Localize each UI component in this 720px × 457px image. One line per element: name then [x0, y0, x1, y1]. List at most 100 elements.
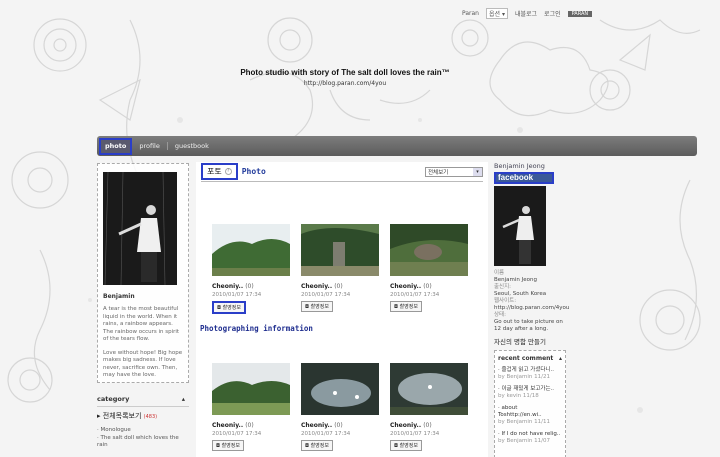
nav-photo[interactable]: photo: [99, 137, 133, 155]
comment-by: by Benjamin 11/07: [498, 438, 551, 444]
comment-count: (0): [334, 422, 343, 429]
comment-by: by Benjamin 11/21: [498, 374, 551, 380]
my-blog-link[interactable]: 내블로그: [515, 9, 537, 18]
photo-thumbnail[interactable]: [390, 363, 468, 415]
photo-name[interactable]: Cheoniy..: [301, 283, 332, 290]
photo-name[interactable]: Cheoniy..: [212, 283, 243, 290]
comment-item[interactable]: · If I do not have relig.. by Benjamin 11…: [498, 431, 562, 445]
category-item-monologue[interactable]: · Monologue: [97, 427, 189, 434]
profile-desc-1: A tear is the most beautiful liquid in t…: [103, 306, 180, 342]
korean-title: 포토: [207, 167, 222, 176]
recent-comment-title: recent comment: [498, 355, 554, 362]
photographing-info-caption: Photographing information: [200, 324, 313, 333]
photo-name[interactable]: Cheoniy..: [301, 422, 332, 429]
camera-icon: ◘: [394, 443, 398, 449]
create-badge-link[interactable]: 자신의 명함 만들기: [494, 336, 566, 346]
profile-desc-2: Love without hope! Big hope makes big sa…: [103, 349, 183, 379]
photo-name[interactable]: Cheoniy..: [390, 422, 421, 429]
photo-info-button[interactable]: ◘ 촬영정보: [301, 301, 333, 312]
option-dropdown[interactable]: 옵션 ▾: [485, 8, 508, 19]
comment-count: (0): [334, 283, 343, 290]
photo-thumbnail[interactable]: [390, 224, 468, 276]
blog-title[interactable]: Photo studio with story of The salt doll…: [0, 68, 690, 77]
top-links: Paran 옵션 ▾ 내블로그 로그인 PARAN: [462, 8, 593, 19]
help-icon[interactable]: ?: [224, 168, 232, 175]
camera-icon: ◘: [305, 304, 309, 310]
info-button-label: 촬영정보: [221, 443, 240, 449]
collapse-icon[interactable]: ▴: [559, 355, 562, 362]
profile-box: Benjamin A tear is the most beautiful li…: [97, 163, 189, 383]
category-all-count: (483): [143, 414, 158, 420]
main-nav: photo profile guestbook: [97, 136, 697, 156]
category-all[interactable]: ▸ 전체목록보기 (483): [97, 411, 189, 421]
name-label: 이름: [494, 270, 505, 276]
collapse-icon[interactable]: ▴: [182, 395, 185, 403]
photo-card[interactable]: Cheoniy.. (0) 2010/01/07 17:34 ◘ 촬영정보: [212, 363, 290, 451]
comment-text: · If I do not have relig..: [498, 431, 561, 437]
info-button-label: 촬영정보: [399, 443, 418, 449]
facebook-photo[interactable]: [494, 186, 546, 266]
camera-icon: ◘: [394, 304, 398, 310]
photo-name[interactable]: Cheoniy..: [212, 422, 243, 429]
login-link[interactable]: 로그인: [544, 9, 561, 18]
photo-header: 포토 ? Photo 전체보기 ▾: [201, 162, 483, 182]
comment-count: (0): [245, 283, 254, 290]
status-value: Go out to take picture on 12 day after a…: [494, 319, 563, 332]
photo-date: 2010/01/07 17:34: [390, 431, 440, 437]
photo-thumbnail[interactable]: [301, 224, 379, 276]
blog-header: Photo studio with story of The salt doll…: [0, 68, 690, 87]
photo-card[interactable]: Cheoniy.. (0) 2010/01/07 17:34 ◘ 촬영정보: [390, 363, 468, 451]
photo-date: 2010/01/07 17:34: [212, 431, 262, 437]
info-button-label: 촬영정보: [310, 304, 329, 310]
paran-link[interactable]: Paran: [462, 10, 479, 17]
photo-title: Photo: [241, 167, 266, 176]
photo-card[interactable]: Cheoniy.. (0) 2010/01/07 17:34 ◘ 촬영정보: [390, 224, 468, 312]
nav-profile[interactable]: profile: [132, 142, 168, 150]
option-label: 옵션: [488, 11, 501, 18]
photo-tab-box[interactable]: 포토 ?: [201, 163, 238, 180]
photo-thumbnail[interactable]: [301, 363, 379, 415]
category-header: category ▴: [97, 395, 189, 403]
location-value: Seoul, South Korea: [494, 291, 547, 297]
photo-card[interactable]: Cheoniy.. (0) 2010/01/07 17:34 ◘ 촬영정보: [212, 224, 290, 314]
view-select[interactable]: 전체보기 ▾: [425, 166, 483, 177]
photo-info-button[interactable]: ◘ 촬영정보: [212, 440, 244, 451]
category-divider: [97, 406, 189, 407]
category-all-label: 전체목록보기: [102, 412, 142, 420]
left-sidebar: Benjamin A tear is the most beautiful li…: [97, 163, 189, 457]
info-button-label: 촬영정보: [310, 443, 329, 449]
photo-card[interactable]: Cheoniy.. (0) 2010/01/07 17:34 ◘ 촬영정보: [301, 363, 379, 451]
folder-icon: ▸: [97, 412, 101, 420]
paran-logo[interactable]: PARAN: [567, 10, 593, 17]
right-sidebar: Benjamin Jeong facebook 이름 Benjamin Jeon…: [494, 162, 569, 457]
photo-date: 2010/01/07 17:34: [301, 431, 351, 437]
photo-card[interactable]: Cheoniy.. (0) 2010/01/07 17:34 ◘ 촬영정보: [301, 224, 379, 312]
facebook-badge[interactable]: facebook: [494, 172, 554, 184]
info-button-label: 촬영정보: [399, 304, 418, 310]
nav-guestbook[interactable]: guestbook: [168, 142, 216, 150]
comment-count: (0): [423, 283, 432, 290]
location-label: 출신지:: [494, 284, 512, 290]
photo-info-button[interactable]: ◘ 촬영정보: [390, 440, 422, 451]
website-value[interactable]: http://blog.paran.com/4you: [494, 305, 569, 312]
comment-item[interactable]: · about Toshttp://en.wi.. by Benjamin 11/…: [498, 405, 562, 426]
comment-by: by kevin 11/18: [498, 393, 539, 399]
category-title: category: [97, 395, 130, 403]
camera-icon: ◘: [216, 443, 220, 449]
camera-icon: ◘: [305, 443, 309, 449]
comment-item[interactable]: · 즐겁게 읽고 가셨다니.. by Benjamin 11/21: [498, 367, 562, 381]
photo-info-button[interactable]: ◘ 촬영정보: [212, 301, 246, 314]
profile-photo[interactable]: [103, 172, 177, 285]
comment-item[interactable]: · 이글 재밌게 보고가는.. by kevin 11/18: [498, 386, 562, 400]
blog-url[interactable]: http://blog.paran.com/4you: [0, 80, 690, 87]
comment-count: (0): [245, 422, 254, 429]
photo-name[interactable]: Cheoniy..: [390, 283, 421, 290]
select-value: 전체보기: [428, 169, 449, 176]
comment-text: · 이글 재밌게 보고가는..: [498, 386, 555, 392]
category-item-salt-doll[interactable]: · The salt doll which loves the rain: [97, 435, 189, 449]
photo-thumbnail[interactable]: [212, 363, 290, 415]
info-button-label: 촬영정보: [222, 305, 241, 311]
photo-thumbnail[interactable]: [212, 224, 290, 276]
photo-info-button[interactable]: ◘ 촬영정보: [301, 440, 333, 451]
photo-info-button[interactable]: ◘ 촬영정보: [390, 301, 422, 312]
